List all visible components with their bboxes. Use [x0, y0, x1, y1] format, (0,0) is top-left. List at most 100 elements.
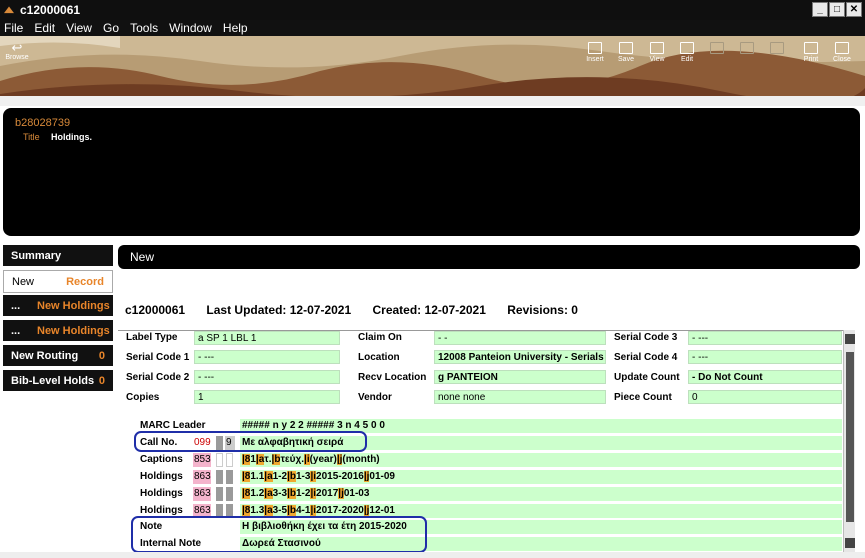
- holdings-label: Holdings: [140, 471, 183, 482]
- subfield-value: 1-3: [295, 471, 311, 482]
- holdings-tag[interactable]: 863: [193, 470, 211, 484]
- holdings-indicator-1[interactable]: [216, 470, 223, 484]
- close-record-button[interactable]: Close: [825, 42, 859, 63]
- copies-field[interactable]: 1: [194, 390, 340, 404]
- serial-code-4-field[interactable]: - ---: [688, 350, 842, 364]
- serial-code-3-label: Serial Code 3: [614, 332, 678, 343]
- update-count-field[interactable]: - Do Not Count: [688, 370, 842, 384]
- edit-button[interactable]: Edit: [670, 42, 704, 63]
- menu-go[interactable]: Go: [99, 20, 119, 35]
- record-id: c12000061: [125, 303, 186, 317]
- location-field[interactable]: 12008 Panteion University - Serials: [434, 350, 606, 364]
- view-button[interactable]: View: [640, 42, 674, 63]
- menu-help[interactable]: Help: [219, 20, 248, 35]
- save-button[interactable]: Save: [609, 42, 643, 63]
- serial-code-2-field[interactable]: - ---: [194, 370, 340, 384]
- fields-scrollbar[interactable]: [843, 330, 855, 552]
- edit-label: Edit: [680, 56, 694, 63]
- serial-code-1-field[interactable]: - ---: [194, 350, 340, 364]
- scroll-down-icon[interactable]: [845, 538, 855, 548]
- save-label: Save: [618, 56, 634, 63]
- created-date: Created: 12-07-2021: [372, 303, 486, 317]
- serial-code-1-label: Serial Code 1: [126, 352, 190, 363]
- nav-new-record[interactable]: New Record: [3, 270, 113, 293]
- scroll-up-icon[interactable]: [845, 334, 855, 344]
- update-count-label: Update Count: [614, 372, 680, 383]
- subfield-value: 12-01: [369, 505, 395, 516]
- menu-window[interactable]: Window: [165, 20, 212, 35]
- subfield-value: 1-2: [295, 488, 311, 499]
- holdings-field[interactable]: |81.1|a1-2|b1-3|i2015-2016|j01-09: [240, 470, 842, 484]
- scroll-thumb[interactable]: [846, 352, 854, 522]
- nav-bib-level-holds[interactable]: Bib-Level Holds 0: [3, 370, 113, 393]
- holdings-indicator-1[interactable]: [216, 487, 223, 501]
- menu-edit[interactable]: Edit: [30, 20, 55, 35]
- serial-code-3-field[interactable]: - ---: [688, 331, 842, 345]
- save-icon: [619, 42, 633, 54]
- browse-label: Browse: [5, 54, 29, 61]
- menu-file[interactable]: File: [0, 20, 23, 35]
- subfield-value: 2015-2016: [316, 471, 364, 482]
- disabled-icon: [770, 42, 784, 54]
- subfield-code: |a: [264, 488, 273, 499]
- subfield-value: (month): [342, 454, 380, 465]
- nav-routing-label: New Routing: [11, 350, 79, 362]
- holdings-field[interactable]: |81.2|a3-3|b1-2|i2017|j01-03: [240, 487, 842, 501]
- bib-record-number[interactable]: b28028739: [15, 117, 70, 129]
- vendor-field[interactable]: none none: [434, 390, 606, 404]
- browse-icon: ↩: [11, 40, 23, 55]
- subfield-code: |b: [287, 488, 296, 499]
- captions-tag[interactable]: 853: [193, 453, 211, 467]
- subfield-code: |a: [264, 505, 273, 516]
- subfield-code: |a: [264, 471, 273, 482]
- holdings-label: Holdings: [140, 505, 183, 516]
- insert-button[interactable]: Insert: [578, 42, 612, 63]
- nav-new-holdings-1[interactable]: ... New Holdings: [3, 295, 113, 318]
- status-bar: [0, 552, 865, 558]
- nav-holds-count: 0: [98, 375, 105, 387]
- marc-leader-label: MARC Leader: [140, 420, 206, 431]
- last-updated: Last Updated: 12-07-2021: [206, 303, 352, 317]
- insert-label: Insert: [586, 56, 604, 63]
- captions-field[interactable]: |81|aτ.|bτεύχ.|i(year)|j(month): [240, 453, 842, 467]
- nav-new-holdings-2[interactable]: ... New Holdings: [3, 320, 113, 343]
- holdings-indicator-2[interactable]: [226, 487, 233, 501]
- subfield-value: 3-5: [272, 505, 288, 516]
- revisions: Revisions: 0: [507, 303, 578, 317]
- label-type-field[interactable]: a SP 1 LBL 1: [194, 331, 340, 345]
- subfield-value: 01-09: [369, 471, 395, 482]
- print-button[interactable]: Print: [794, 42, 828, 63]
- nav-holds-label: Bib-Level Holds: [11, 375, 95, 387]
- nav-new-routing[interactable]: New Routing 0: [3, 345, 113, 368]
- view-icon: [650, 42, 664, 54]
- claim-on-field[interactable]: - -: [434, 331, 606, 345]
- captions-indicator-1[interactable]: [216, 453, 223, 467]
- recv-location-field[interactable]: g PANTEION: [434, 370, 606, 384]
- app-logo-icon: [4, 6, 14, 14]
- edit-icon: [680, 42, 694, 54]
- window-titlebar: c12000061 _ □ ✕: [0, 0, 865, 20]
- view-label: View: [649, 56, 665, 63]
- main-header-title: New: [130, 250, 155, 264]
- holdings-tag[interactable]: 863: [193, 487, 211, 501]
- captions-label: Captions: [140, 454, 183, 465]
- piece-count-field[interactable]: 0: [688, 390, 842, 404]
- nav-ellipsis: ...: [11, 300, 21, 312]
- menu-tools[interactable]: Tools: [126, 20, 158, 35]
- subfield-value: 3-3: [272, 488, 288, 499]
- subfield-value: 1-2: [272, 471, 288, 482]
- browse-button[interactable]: ↩ Browse: [0, 40, 34, 61]
- close-icon[interactable]: ✕: [846, 2, 862, 17]
- label-type-label: Label Type: [126, 332, 178, 343]
- subfield-value: 2017: [316, 488, 339, 499]
- captions-indicator-2[interactable]: [226, 453, 233, 467]
- holdings-indicator-2[interactable]: [226, 470, 233, 484]
- nav-new-label: New: [12, 276, 35, 288]
- minimize-icon[interactable]: _: [812, 2, 828, 17]
- menu-view[interactable]: View: [62, 20, 92, 35]
- nav-summary[interactable]: Summary: [3, 245, 113, 268]
- disabled-tool-1: [700, 42, 734, 56]
- copies-label: Copies: [126, 392, 160, 403]
- subfield-value: 01-03: [343, 488, 370, 499]
- maximize-icon[interactable]: □: [829, 2, 845, 17]
